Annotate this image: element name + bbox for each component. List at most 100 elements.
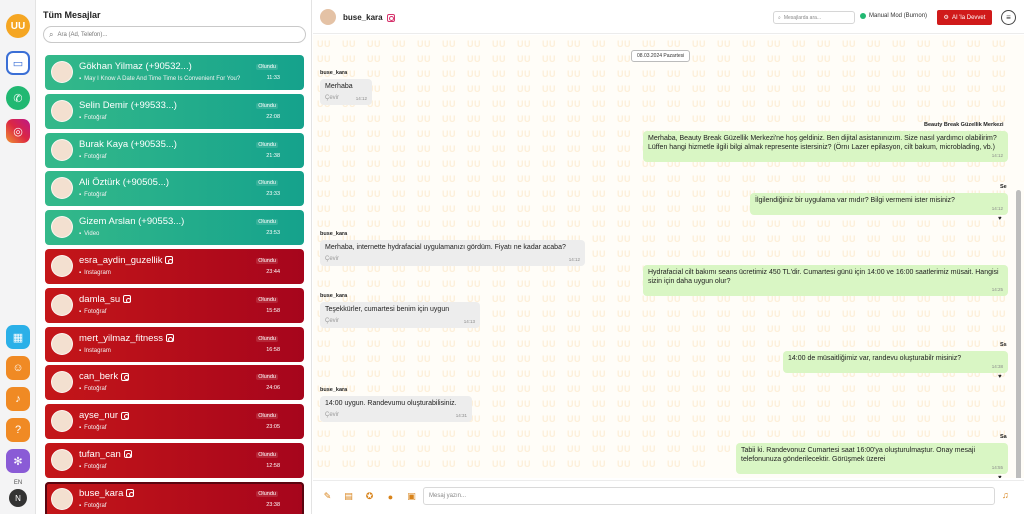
message-time: 14:12	[991, 153, 1003, 158]
conversation-preview: ▪ Fotoğraf	[79, 386, 107, 392]
message-sender: buse_kara	[320, 231, 348, 237]
instagram-icon	[123, 295, 132, 304]
read-status-badge: Olundu	[256, 180, 278, 187]
contact-avatar	[51, 293, 73, 316]
instagram-icon	[123, 450, 132, 459]
status-dot-icon	[860, 13, 866, 19]
mode-indicator[interactable]: Manual Mod (Burnon)	[860, 13, 927, 19]
contact-avatar	[51, 371, 73, 394]
conversation-item[interactable]: Gizem Arslan (+90553...) ▪ Video Olundu 23:5…	[45, 210, 304, 246]
conversation-item[interactable]: buse_kara ▪ Fotoğraf Olundu 23:38	[45, 481, 304, 514]
message-time: 14:25	[991, 287, 1003, 292]
whatsapp-icon: ✆	[13, 92, 23, 105]
conversation-name-text: buse_kara	[79, 487, 124, 499]
translate-button[interactable]: Çevir	[325, 255, 339, 264]
menu-button[interactable]: ≡	[1001, 10, 1016, 25]
message-input[interactable]: Mesaj yazın...	[423, 487, 995, 505]
conversation-item[interactable]: Selin Demir (+99533...) ▪ Fotoğraf Olundu 22…	[45, 93, 304, 129]
help-nav-button[interactable]: ?	[6, 418, 30, 442]
outgoing-message-bubble[interactable]: Merhaba, Beauty Break Güzellik Merkezi'n…	[643, 131, 1008, 162]
settings-nav-button[interactable]: ✻	[6, 449, 30, 473]
conversation-time: 16:58	[266, 346, 280, 353]
conversation-item[interactable]: can_berk ▪ Fotoğraf Olundu 24:06	[45, 365, 304, 401]
conversation-preview: ▪ May I Know A Date And Time Time Is Conv…	[79, 76, 240, 82]
outgoing-message-bubble[interactable]: Tabii ki. Randevonuz Cumartesi saat 16:0…	[736, 443, 1008, 474]
conversation-search-placeholder: Ara (Ad, Telefon)...	[57, 31, 108, 38]
conversation-name: can_berk	[79, 371, 130, 383]
notifications-nav-button[interactable]: ♪	[6, 387, 30, 411]
conversation-time: 22:08	[266, 113, 280, 120]
calendar-icon: ▦	[12, 331, 24, 344]
media-icon: ▪	[79, 192, 82, 199]
contact-name: buse_kara	[343, 13, 395, 22]
outgoing-message-bubble[interactable]: İlgilendiğiniz bir uygulama var mıdır? B…	[750, 193, 1008, 215]
read-status-badge: Olundu	[256, 490, 278, 497]
template-button[interactable]: ▣	[405, 490, 418, 503]
conversation-time: 24:06	[266, 385, 280, 392]
conversation-item[interactable]: mert_yilmaz_fitness ▪ Instagram Olundu 16:58	[45, 326, 304, 362]
media-icon: ▪	[79, 231, 82, 238]
whatsapp-nav-button[interactable]: ✆	[6, 86, 30, 110]
conversation-preview-text: Fotoğraf	[84, 192, 107, 199]
conversation-item[interactable]: esra_aydin_guzellik ▪ Instagram Olundu 23:44	[45, 248, 304, 284]
conversation-time: 23:44	[266, 268, 280, 275]
incoming-message-bubble[interactable]: Teşekkürler, cumartesi benim için uygun Ç…	[320, 302, 480, 328]
conversation-preview-text: May I Know A Date And Time Time Is Conve…	[84, 76, 241, 82]
incoming-message-bubble[interactable]: 14:00 uygun. Randevumu oluşturabilisiniz…	[320, 396, 472, 422]
message-search-input[interactable]: ⌕ Mesajlarda ara...	[773, 11, 855, 24]
contact-avatar	[51, 99, 73, 122]
read-status-badge: Olundu	[256, 413, 278, 420]
message-text: İlgilendiğiniz bir uygulama var mıdır? B…	[755, 197, 955, 204]
message-time: 14:12	[991, 206, 1003, 211]
message-sender: Se	[1000, 184, 1007, 190]
translate-button[interactable]: Çevir	[325, 94, 339, 103]
language-switch[interactable]: EN	[0, 480, 36, 486]
instagram-nav-button[interactable]: ◎	[6, 119, 30, 143]
instagram-icon	[121, 372, 130, 381]
message-scrollbar[interactable]	[1016, 190, 1021, 478]
conversation-item[interactable]: Gökhan Yilmaz (+90532...) ▪ May I Know A D…	[45, 55, 304, 90]
conversation-list-panel: Tüm Mesajlar ⌕ Ara (Ad, Telefon)... Gökh…	[37, 0, 312, 514]
conversation-item[interactable]: Burak Kaya (+90535...) ▪ Fotoğraf Olundu 21:…	[45, 132, 304, 168]
composer-bar: ✎ ▤ ✪ ● ▣ Mesaj yazın... ♫	[313, 480, 1024, 514]
outgoing-message-bubble[interactable]: Hydrafacial cilt bakımı seans ücretimiz …	[643, 265, 1008, 296]
conversation-preview: ▪ Fotoğraf	[79, 192, 107, 198]
ai-handover-button[interactable]: ⚙ AI 'la Devvet	[937, 10, 992, 25]
conversation-item[interactable]: tufan_can ▪ Fotoğraf Olundu 12:58	[45, 442, 304, 478]
conversation-name: Burak Kaya (+90535...)	[79, 139, 177, 150]
message-text: 14:00 de müsaitliğimiz var, randevu oluş…	[788, 355, 962, 362]
attachment-button[interactable]: ✎	[321, 490, 334, 503]
message-text: Merhaba	[325, 83, 353, 90]
media-icon: ▪	[79, 153, 82, 160]
conversation-preview: ▪ Video	[79, 231, 99, 237]
all-messages-nav-button[interactable]: ▭	[6, 51, 30, 75]
translate-button[interactable]: Çevir	[325, 317, 339, 326]
smile-icon: ●	[387, 491, 394, 502]
conversation-preview: ▪ Fotoğraf	[79, 115, 107, 121]
microphone-button[interactable]: ♫	[1002, 490, 1009, 500]
conversation-item[interactable]: damla_su ▪ Fotoğraf Olundu 15:58	[45, 287, 304, 323]
user-avatar[interactable]: N	[9, 489, 27, 507]
conversation-name-text: can_berk	[79, 371, 119, 383]
users-nav-button[interactable]: ☺	[6, 356, 30, 380]
emoji-button[interactable]: ●	[384, 490, 397, 503]
conversation-time: 12:58	[266, 462, 280, 469]
conversation-preview-text: Fotoğraf	[84, 308, 107, 315]
conversation-item[interactable]: Ali Öztürk (+90505...) ▪ Fotoğraf Olundu 23:…	[45, 171, 304, 207]
contact-avatar	[51, 448, 73, 471]
chat-icon: ▭	[12, 57, 24, 70]
conversation-item[interactable]: ayse_nur ▪ Fotoğraf Olundu 23:05	[45, 404, 304, 440]
conversation-name: tufan_can	[79, 449, 132, 460]
conversation-search-input[interactable]: ⌕ Ara (Ad, Telefon)...	[43, 26, 306, 43]
document-button[interactable]: ▤	[342, 490, 355, 503]
conversation-name: Gizem Arslan (+90553...)	[79, 216, 184, 227]
conversation-name: damla_su	[79, 294, 132, 305]
outgoing-message-bubble[interactable]: 14:00 de müsaitliğimiz var, randevu oluş…	[783, 351, 1008, 373]
incoming-message-bubble[interactable]: Merhaba, internette hydrafacial uygulama…	[320, 240, 585, 266]
message-area[interactable]: UU UU UU UU UU UU UU UU UU UU UU UU UU U…	[313, 35, 1024, 478]
instagram-icon	[121, 411, 130, 420]
calendar-nav-button[interactable]: ▦	[6, 325, 30, 349]
incoming-message-bubble[interactable]: Merhaba Çevir 14:12	[320, 79, 372, 105]
sticker-button[interactable]: ✪	[363, 490, 376, 503]
translate-button[interactable]: Çevir	[325, 411, 339, 420]
